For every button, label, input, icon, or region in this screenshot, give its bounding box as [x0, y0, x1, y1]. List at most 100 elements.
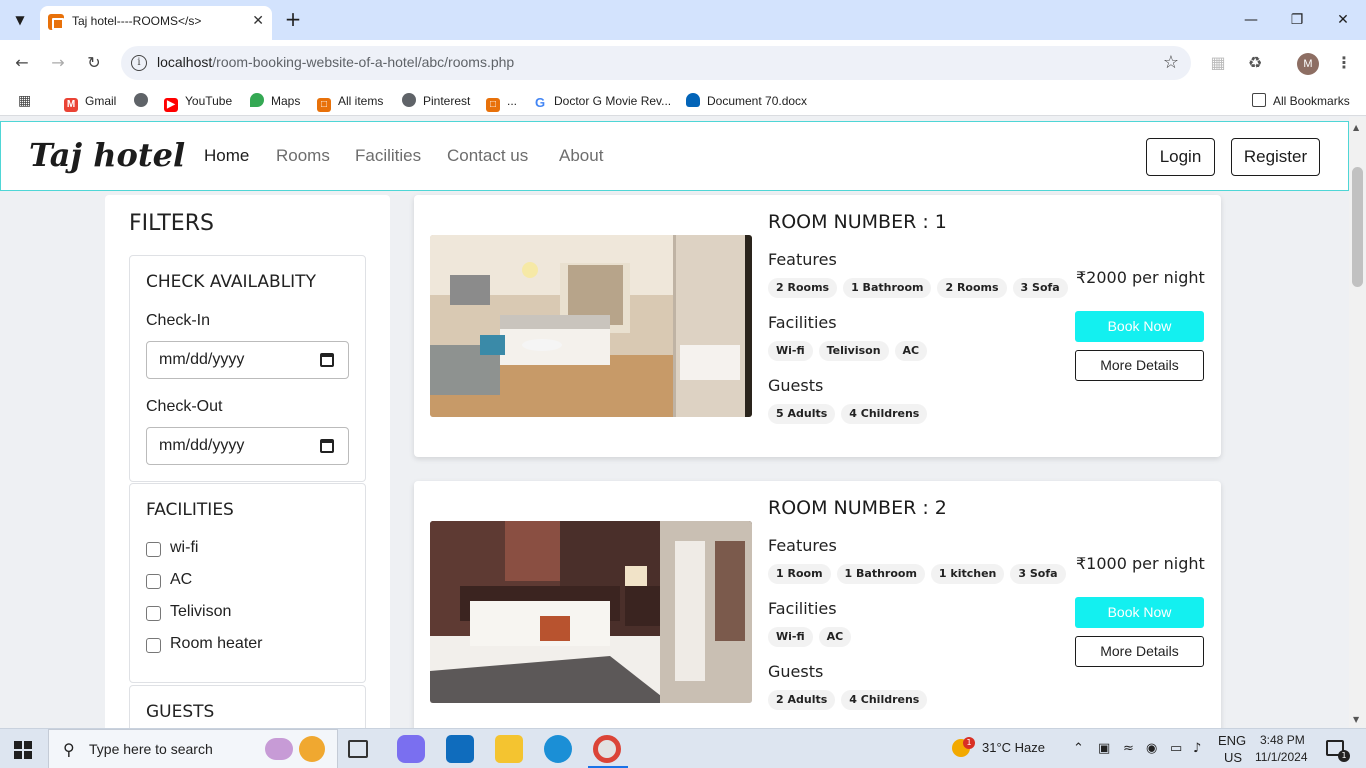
tab-close-icon[interactable]: ✕: [252, 13, 264, 29]
onedrive-icon: [686, 93, 700, 107]
bookmark-label: Pinterest: [423, 94, 471, 108]
network-icon[interactable]: ◉: [1146, 741, 1157, 756]
clock-time[interactable]: 3:48 PM: [1260, 733, 1305, 747]
checkbox-label: Room heater: [170, 635, 263, 652]
bookmark-globe[interactable]: [134, 92, 155, 110]
window-close-icon[interactable]: ✕: [1320, 6, 1366, 34]
page-viewport: Taj hotel Home Rooms Facilities Contact …: [0, 117, 1349, 728]
checkbox-label: AC: [170, 571, 193, 588]
brand-logo[interactable]: Taj hotel: [29, 136, 185, 174]
forward-arrow-icon[interactable]: →: [45, 50, 71, 76]
features-chips: 1 Room 1 Bathroom 1 kitchen 3 Sofa: [768, 562, 1072, 584]
feature-badge: 2 Rooms: [937, 278, 1007, 298]
feature-badge: 1 Bathroom: [836, 564, 925, 584]
guest-badge: 2 Adults: [768, 690, 836, 710]
tab-search-chevron-icon[interactable]: ▼: [8, 8, 32, 32]
book-now-button[interactable]: Book Now: [1075, 311, 1204, 342]
features-label: Features: [768, 536, 837, 555]
facilities-label: Facilities: [768, 313, 837, 332]
scroll-down-arrow-icon[interactable]: ▼: [1353, 715, 1359, 724]
more-details-button[interactable]: More Details: [1075, 350, 1204, 381]
bookmark-star-icon[interactable]: ☆: [1163, 52, 1179, 73]
checkin-label: Check-In: [146, 312, 211, 329]
battery-icon[interactable]: ▭: [1170, 741, 1182, 756]
edge-icon[interactable]: [544, 735, 572, 763]
restore-icon[interactable]: ❐: [1274, 6, 1320, 34]
checkin-date-text: mm/dd/yyyy: [159, 351, 245, 368]
wifi-icon[interactable]: ≈: [1123, 741, 1134, 756]
gmail-icon: M: [64, 98, 78, 112]
checkbox[interactable]: [146, 542, 161, 557]
all-bookmarks[interactable]: All Bookmarks: [1252, 92, 1350, 110]
language-label[interactable]: ENG: [1218, 733, 1246, 748]
bookmark-doctor-g[interactable]: G Doctor G Movie Rev...: [533, 92, 671, 110]
task-view-icon[interactable]: [348, 740, 368, 758]
facility-badge: Wi-fi: [768, 341, 813, 361]
nav-home[interactable]: Home: [204, 146, 249, 166]
checkbox[interactable]: [146, 606, 161, 621]
room-title: ROOM NUMBER : 1: [768, 211, 947, 233]
copilot-icon[interactable]: [397, 735, 425, 763]
tray-chevron-icon[interactable]: ⌃: [1073, 741, 1084, 756]
nav-about[interactable]: About: [559, 146, 603, 166]
checkout-date-input[interactable]: mm/dd/yyyy: [146, 427, 349, 465]
bookmark-gmail[interactable]: M Gmail: [64, 92, 116, 112]
file-explorer-icon[interactable]: [495, 735, 523, 763]
meet-now-icon[interactable]: ▣: [1098, 741, 1110, 756]
bookmark-all-items[interactable]: □ All items: [317, 92, 383, 112]
browser-menu-icon[interactable]: ⋮: [1333, 52, 1355, 74]
site-navbar: Taj hotel Home Rooms Facilities Contact …: [0, 121, 1349, 191]
bookmark-pinterest[interactable]: Pinterest: [402, 92, 470, 110]
windows-start-icon[interactable]: [14, 741, 32, 759]
reload-icon[interactable]: ↻: [81, 50, 107, 76]
bookmark-youtube[interactable]: ▶ YouTube: [164, 92, 232, 112]
all-bookmarks-label: All Bookmarks: [1273, 94, 1350, 108]
browser-tab-active[interactable]: Taj hotel----ROOMS</s> ✕: [40, 6, 272, 40]
more-details-button[interactable]: More Details: [1075, 636, 1204, 667]
minimize-icon[interactable]: —: [1228, 6, 1274, 34]
weather-text[interactable]: 31°C Haze: [982, 740, 1045, 755]
taskbar-search[interactable]: ⚲ Type here to search: [48, 729, 338, 768]
nav-rooms[interactable]: Rooms: [276, 146, 330, 166]
scroll-up-arrow-icon[interactable]: ▲: [1353, 123, 1359, 132]
checkbox[interactable]: [146, 574, 161, 589]
address-bar[interactable]: i localhost/room-booking-website-of-a-ho…: [121, 46, 1191, 80]
extension-grid-icon[interactable]: ▦: [1207, 52, 1229, 74]
calendar-icon[interactable]: [320, 353, 334, 367]
clock-date[interactable]: 11/1/2024: [1255, 750, 1308, 764]
page-scrollbar[interactable]: ▲ ▼: [1349, 117, 1366, 728]
site-info-icon[interactable]: i: [131, 55, 147, 71]
apps-grid-icon[interactable]: ▦: [18, 91, 31, 109]
region-label[interactable]: US: [1224, 750, 1242, 765]
book-now-button[interactable]: Book Now: [1075, 597, 1204, 628]
room-price: ₹1000 per night: [1076, 554, 1205, 573]
search-highlight-icon: [265, 738, 293, 760]
chrome-icon[interactable]: [593, 735, 621, 763]
outlook-icon[interactable]: [446, 735, 474, 763]
checkbox[interactable]: [146, 638, 161, 653]
url-path: /room-booking-website-of-a-hotel/abc/roo…: [212, 54, 515, 70]
browser-toolbar: ← → ↻ i localhost/room-booking-website-o…: [0, 40, 1366, 86]
bookmark-document[interactable]: Document 70.docx: [686, 92, 807, 110]
extensions-puzzle-icon[interactable]: ♻: [1244, 52, 1266, 74]
login-button[interactable]: Login: [1146, 138, 1215, 176]
scrollbar-thumb[interactable]: [1352, 167, 1363, 287]
new-tab-plus-icon[interactable]: +: [282, 8, 304, 32]
calendar-icon[interactable]: [320, 439, 334, 453]
nav-facilities[interactable]: Facilities: [355, 146, 421, 166]
room-price: ₹2000 per night: [1076, 268, 1205, 287]
profile-avatar[interactable]: M: [1297, 53, 1319, 75]
nav-contact[interactable]: Contact us: [447, 146, 528, 166]
checkin-date-input[interactable]: mm/dd/yyyy: [146, 341, 349, 379]
facility-badge: AC: [894, 341, 928, 361]
bookmark-xampp[interactable]: □...: [486, 92, 517, 112]
checkout-date-text: mm/dd/yyyy: [159, 437, 245, 454]
feature-badge: 2 Rooms: [768, 278, 838, 298]
bookmark-maps[interactable]: Maps: [250, 92, 300, 110]
guests-label: Guests: [768, 662, 824, 681]
filters-title: FILTERS: [129, 211, 214, 236]
register-button[interactable]: Register: [1231, 138, 1320, 176]
google-icon: G: [533, 95, 547, 110]
back-arrow-icon[interactable]: ←: [9, 50, 35, 76]
volume-icon[interactable]: ♪: [1193, 741, 1201, 756]
